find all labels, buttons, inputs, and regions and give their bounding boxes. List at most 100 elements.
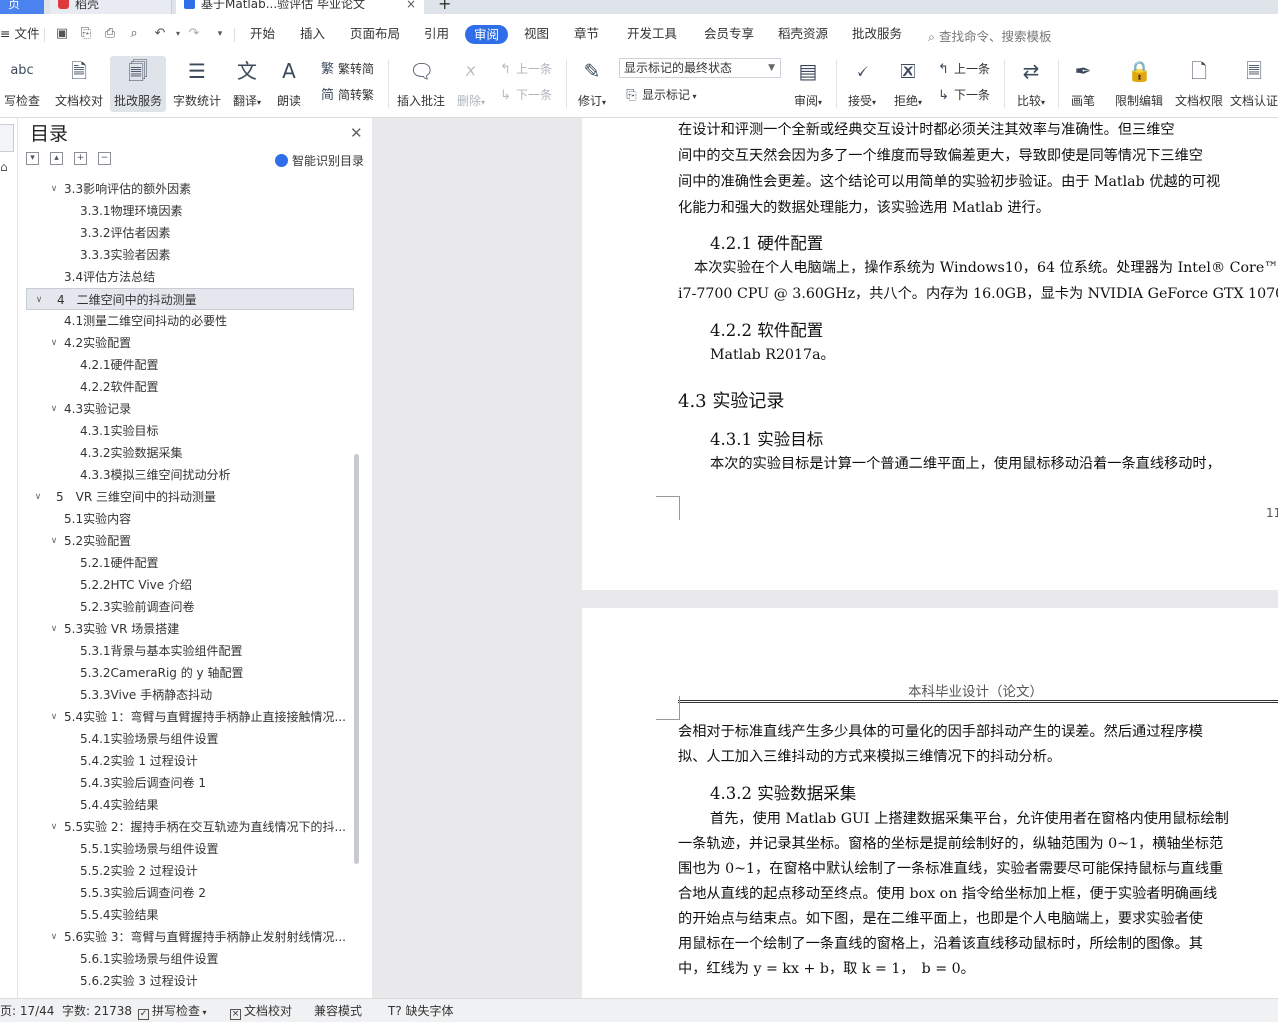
expand-chevron-icon[interactable]: ∨ [33, 289, 45, 309]
toc-pane-tab[interactable] [0, 124, 14, 152]
expand-chevron-icon[interactable]: ∨ [48, 816, 60, 838]
toc-item[interactable]: 5.2.1硬件配置 [26, 552, 354, 574]
word-count-button[interactable]: ☰ 字数统计 [170, 56, 224, 112]
expand-chevron-icon[interactable]: ∨ [48, 178, 60, 200]
toc-item[interactable]: ∨ 5.5实验 2：握持手柄在交互轨迹为直线情况下的抖... [26, 816, 354, 838]
toc-item[interactable]: 3.3.2评估者因素 [26, 222, 354, 244]
read-aloud-button[interactable]: A 朗读 [270, 56, 308, 112]
toc-item[interactable]: 4.2.1硬件配置 [26, 354, 354, 376]
menu-page-layout[interactable]: 页面布局 [350, 26, 400, 42]
page-indicator[interactable]: 页: 17/44 [0, 1003, 54, 1019]
redo-icon[interactable]: ↷ [186, 26, 202, 42]
smart-toc-button[interactable]: 智能识别目录 [275, 152, 364, 169]
simp-to-trad-button[interactable]: 简简转繁 [320, 86, 374, 104]
prev-comment-button[interactable]: ↰ 上一条 [498, 60, 552, 78]
next-change-button[interactable]: ↳ 下一条 [936, 86, 990, 104]
restrict-editing-button[interactable]: 🔒 限制编辑 [1110, 56, 1168, 112]
toc-item[interactable]: 5.3.3Vive 手柄静态抖动 [26, 684, 354, 706]
menu-docer-resources[interactable]: 稻壳资源 [778, 26, 828, 42]
collapse-all-icon[interactable]: ▾ [26, 152, 39, 165]
show-markup-button[interactable]: ⎘ 显示标记 ▾ [624, 86, 696, 104]
tab-home[interactable]: 页 [0, 0, 44, 14]
toc-item[interactable]: ∨ 3.3影响评估的额外因素 [26, 178, 354, 200]
toc-item[interactable]: 5.5.3实验后调查问卷 2 [26, 882, 354, 904]
toc-item[interactable]: 5.6.2实验 3 过程设计 [26, 970, 354, 992]
insert-comment-button[interactable]: 🗨 插入批注 [394, 56, 448, 112]
add-heading-icon[interactable]: + [74, 152, 87, 165]
accept-button[interactable]: 🗸 接受▾ [842, 56, 882, 112]
toc-item[interactable]: 4.1测量二维空间抖动的必要性 [26, 310, 354, 332]
toc-item[interactable]: 5.4.1实验场景与组件设置 [26, 728, 354, 750]
trad-to-simp-button[interactable]: 繁繁转简 [320, 60, 374, 78]
missing-font-button[interactable]: T? 缺失字体 [388, 1003, 454, 1019]
doc-check-button[interactable]: 🗎 文档校对 [52, 56, 106, 112]
compare-button[interactable]: ⇄ 比较▾ [1010, 56, 1052, 112]
toc-item[interactable]: 5.3.2CameraRig 的 y 轴配置 [26, 662, 354, 684]
undo-icon[interactable]: ↶ [152, 26, 168, 42]
markup-state-select[interactable]: 显示标记的最终状态 ▼ [619, 58, 781, 78]
expand-up-icon[interactable]: ▴ [50, 152, 63, 165]
menu-references[interactable]: 引用 [424, 26, 449, 42]
menu-home[interactable]: 开始 [250, 26, 275, 42]
close-icon[interactable]: ✕ [350, 124, 363, 142]
toc-item[interactable]: 5.5.4实验结果 [26, 904, 354, 926]
toc-item[interactable]: 5.4.4实验结果 [26, 794, 354, 816]
toc-item[interactable]: 3.3.3实验者因素 [26, 244, 354, 266]
doc-auth-button[interactable]: 🗏 文档认证 [1230, 56, 1278, 112]
expand-chevron-icon[interactable]: ∨ [48, 530, 60, 552]
toc-item[interactable]: ∨ 5.2实验配置 [26, 530, 354, 552]
menu-view[interactable]: 视图 [524, 26, 549, 42]
menu-chapter[interactable]: 章节 [574, 26, 599, 42]
spellcheck-button[interactable]: abc 写检查 [0, 56, 44, 112]
spellcheck-toggle[interactable]: ✓ 拼写检查 ▾ [138, 1003, 207, 1021]
expand-chevron-icon[interactable]: ∨ [48, 926, 60, 948]
ink-button[interactable]: ✒ 画笔 [1064, 56, 1102, 112]
file-menu[interactable]: ≡ 文件 [0, 26, 39, 42]
expand-chevron-icon[interactable]: ∨ [48, 618, 60, 640]
toc-item[interactable]: 5.4.3实验后调查问卷 1 [26, 772, 354, 794]
toc-item[interactable]: 5.2.2HTC Vive 介绍 [26, 574, 354, 596]
expand-chevron-icon[interactable]: ∨ [48, 706, 60, 728]
doc-check-status[interactable]: × 文档校对 [230, 1003, 292, 1020]
new-tab-icon[interactable]: + [432, 0, 452, 14]
save-icon[interactable]: ▣ [54, 26, 70, 42]
remove-heading-icon[interactable]: − [98, 152, 111, 165]
nav-pane-mode-icon[interactable]: ⌂ [0, 160, 14, 174]
toc-item[interactable]: 4.3.1实验目标 [26, 420, 354, 442]
reject-button[interactable]: 🗷 拒绝▾ [888, 56, 928, 112]
undo-dropdown-icon[interactable]: ▾ [170, 26, 186, 42]
toc-item[interactable]: 5.4.2实验 1 过程设计 [26, 750, 354, 772]
translate-button[interactable]: 文翻译▾ [228, 56, 266, 112]
tab-docer[interactable]: 稻壳 [50, 0, 172, 14]
toc-item[interactable]: 3.3.1物理环境因素 [26, 200, 354, 222]
toc-item[interactable]: 5.5.1实验场景与组件设置 [26, 838, 354, 860]
reviewing-pane-button[interactable]: ▤ 审阅▾ [788, 56, 828, 112]
toc-item[interactable]: ∨ 4.2实验配置 [26, 332, 354, 354]
toc-item[interactable]: 4.3.2实验数据采集 [26, 442, 354, 464]
toc-item[interactable]: ∨ 5.3实验 VR 场景搭建 [26, 618, 354, 640]
toc-item[interactable]: 5.3.1背景与基本实验组件配置 [26, 640, 354, 662]
print-preview-icon[interactable]: ⌕ [126, 26, 142, 42]
doc-permission-button[interactable]: 🗋 文档权限 [1170, 56, 1228, 112]
correction-service-button[interactable]: 🗐 批改服务 [110, 56, 166, 112]
next-comment-button[interactable]: ↳ 下一条 [498, 86, 552, 104]
toc-item[interactable]: ∨ 5.4实验 1：弯臂与直臂握持手柄静止直接接触情况... [26, 706, 354, 728]
toc-item[interactable]: ∨ 4.3实验记录 [26, 398, 354, 420]
toc-item[interactable]: 5.6.1实验场景与组件设置 [26, 948, 354, 970]
command-search[interactable]: ⌕ 查找命令、搜索模板 [928, 26, 1052, 45]
menu-review[interactable]: 审阅 [465, 25, 509, 44]
toc-item[interactable]: 4.3.3模拟三维空间扰动分析 [26, 464, 354, 486]
prev-change-button[interactable]: ↰ 上一条 [936, 60, 990, 78]
toc-item[interactable]: 5.1实验内容 [26, 508, 354, 530]
menu-developer[interactable]: 开发工具 [627, 26, 677, 42]
delete-comment-button[interactable]: 🗴 删除▾ [452, 56, 490, 112]
expand-chevron-icon[interactable]: ∨ [48, 398, 60, 420]
tab-document[interactable]: 基于Matlab...验评估 毕业论文 × [176, 0, 424, 14]
toc-item[interactable]: 5.2.3实验前调查问卷 [26, 596, 354, 618]
menu-member[interactable]: 会员专享 [704, 26, 754, 42]
document-area[interactable]: 在设计和评测一个全新或经典交互设计时都必须关注其效率与准确性。但三维空 间中的交… [372, 118, 1278, 998]
word-count-indicator[interactable]: 字数: 21738 [62, 1003, 132, 1019]
customize-toolbar-icon[interactable]: ▾ [212, 26, 228, 42]
expand-chevron-icon[interactable]: ∨ [48, 332, 60, 354]
toc-scrollbar[interactable] [354, 454, 359, 864]
